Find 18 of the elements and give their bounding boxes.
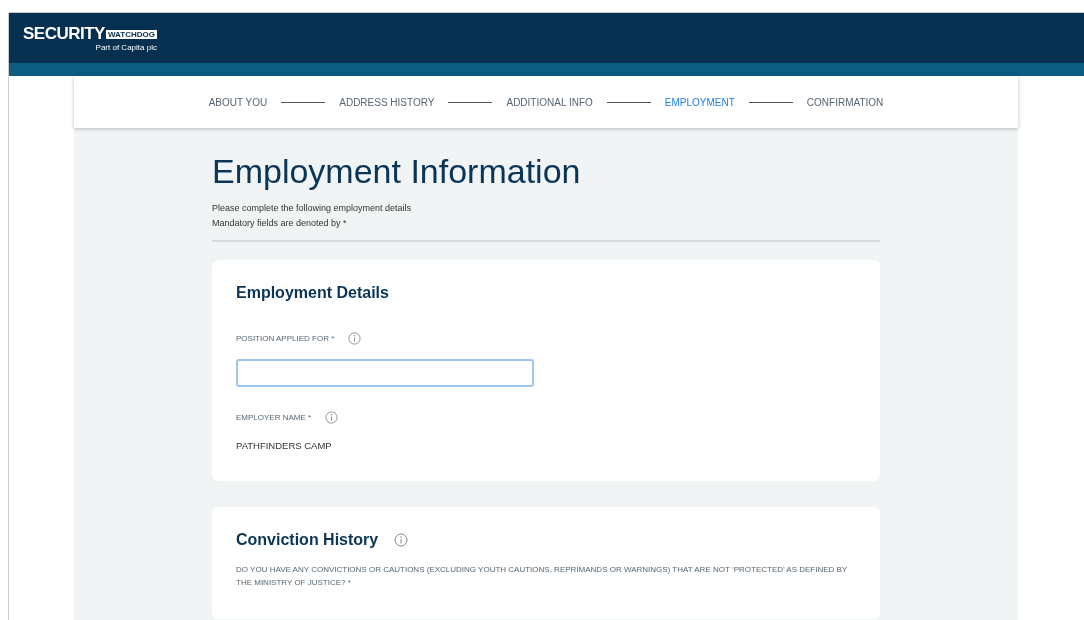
field-label: POSITION APPLIED FOR * [236,334,335,343]
info-icon[interactable] [325,411,339,424]
field-value: PATHFINDERS CAMP [236,440,333,451]
step-tab[interactable]: CONFIRMATION [806,96,884,108]
info-icon[interactable] [348,332,362,345]
step-tab[interactable]: ADDITIONAL INFO [506,96,593,108]
section-title: Employment Details [236,284,389,302]
step-tab[interactable]: ADDRESS HISTORY [339,96,435,108]
step-tab[interactable]: EMPLOYMENT [664,96,735,108]
question-text: DO YOU HAVE ANY CONVICTIONS OR CAUTIONS (EXCLUDING YOUTH CAUTIONS, REPRIMANDS OR WARNINGS) THAT ARE NOT ‘PROTECTED’ AS DEFINED BY THE MINISTRY OF JUSTICE? * [236,564,849,589]
info-icon[interactable] [394,533,409,547]
field-label: EMPLOYER NAME * [236,413,312,422]
step-tab[interactable]: ABOUT YOU [208,96,268,108]
page-title: Employment Information [212,152,582,191]
intro-text: Mandatory fields are denoted by * [212,218,348,228]
intro-text: Please complete the following employment details [212,203,413,213]
position-input[interactable] [236,359,534,387]
section-title: Conviction History [236,531,379,549]
